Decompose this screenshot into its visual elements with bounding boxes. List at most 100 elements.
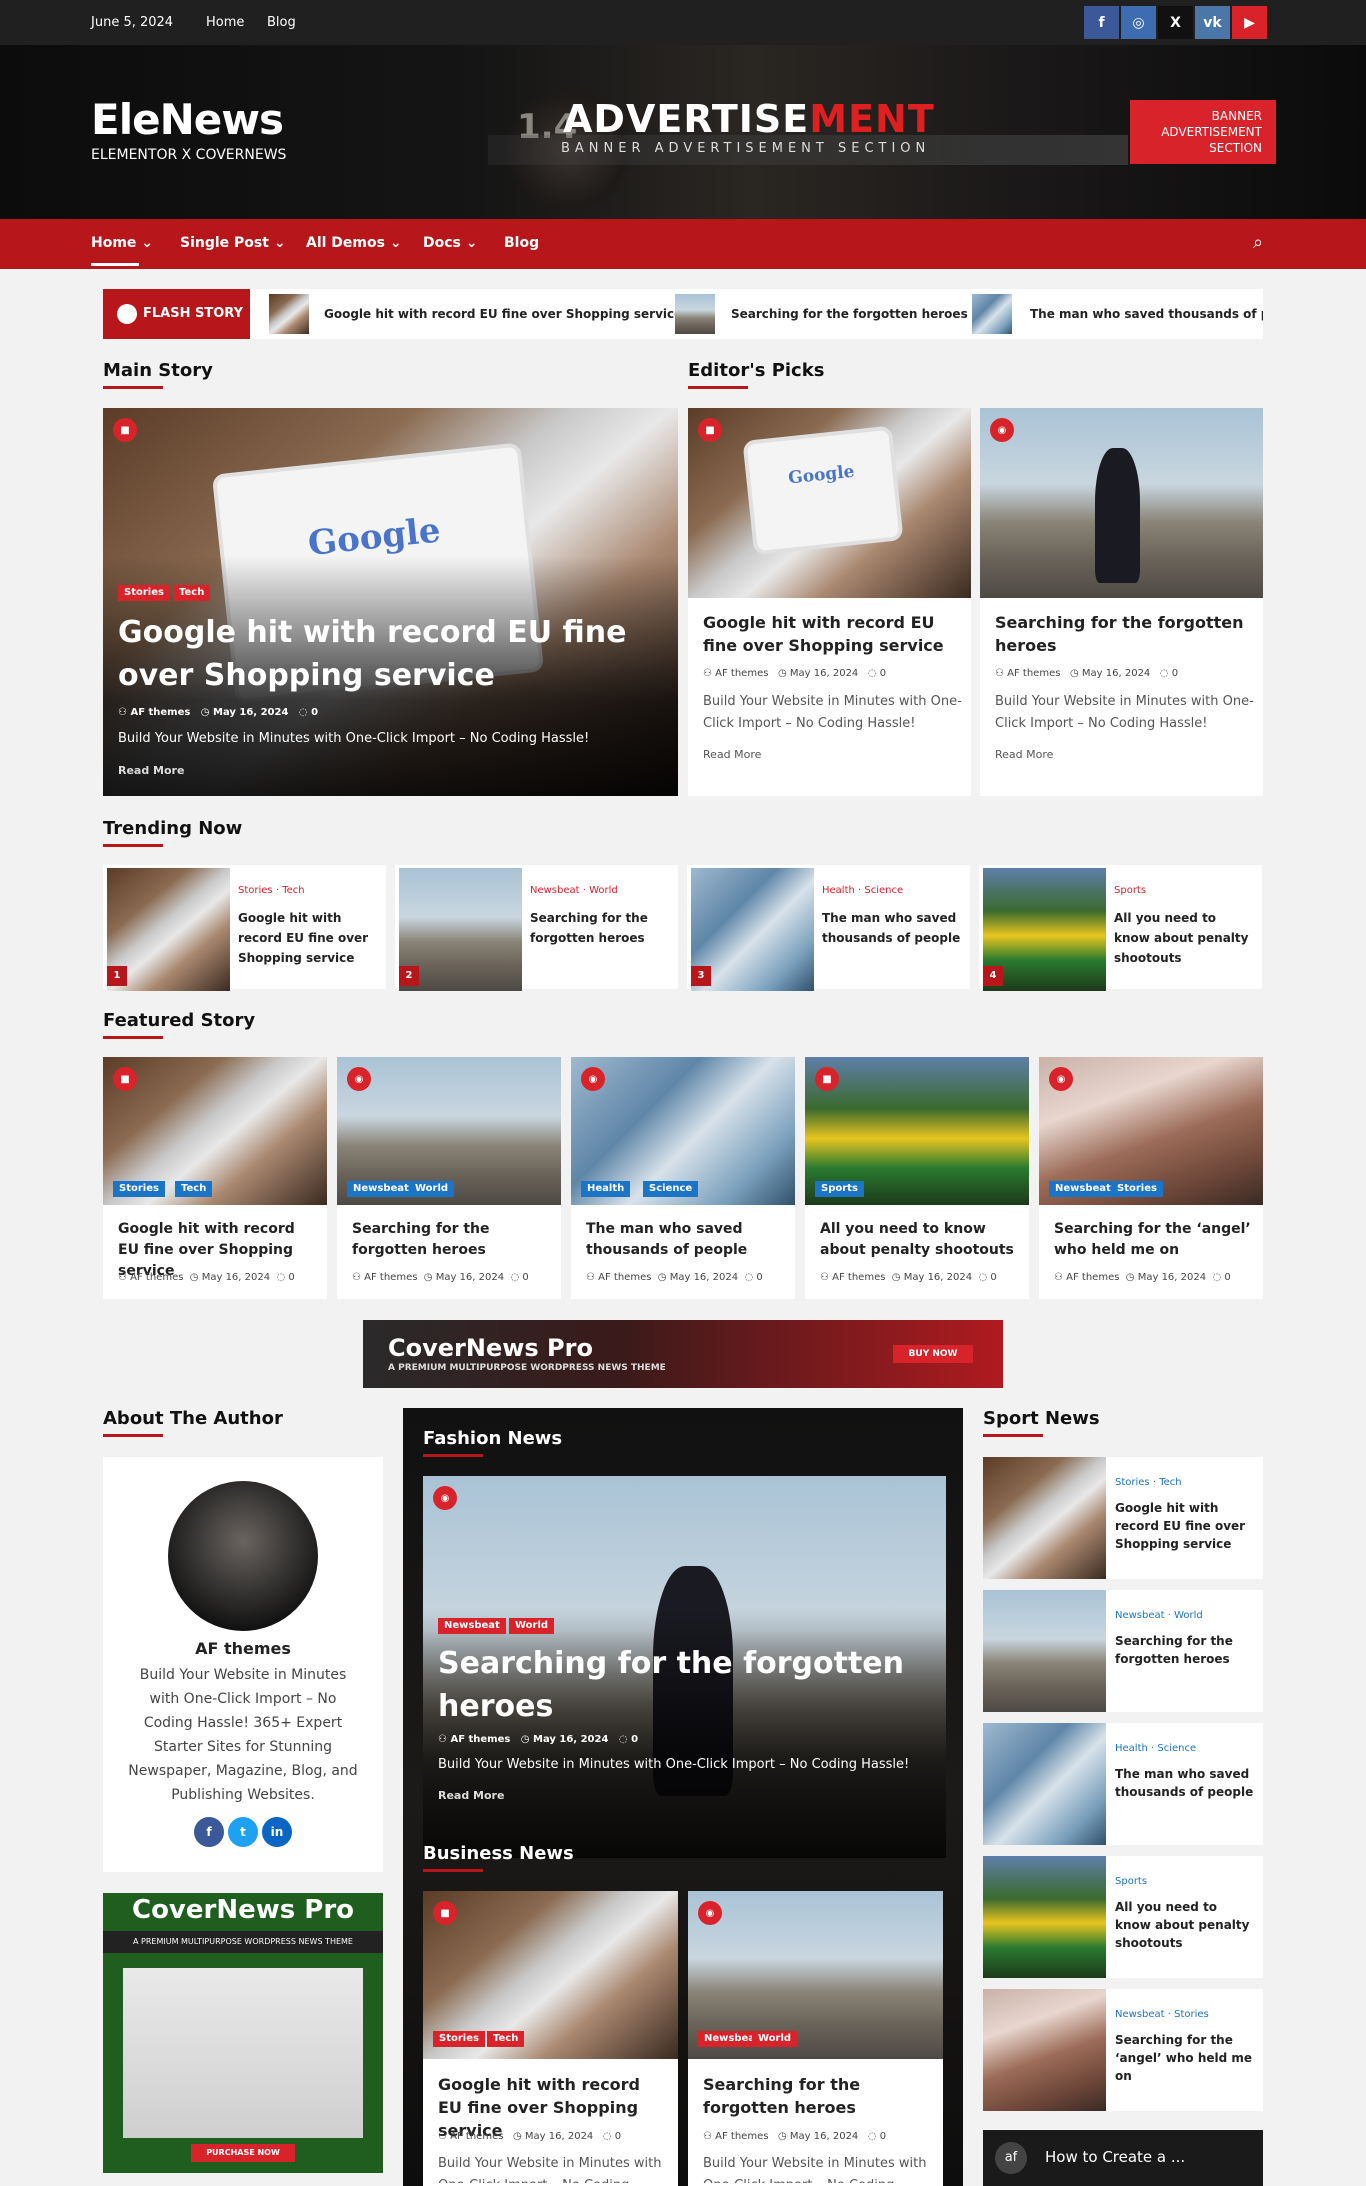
- category-link[interactable]: Stories: [1115, 1477, 1150, 1488]
- nav-docs[interactable]: Docs ⌄: [423, 235, 477, 251]
- twitter-icon[interactable]: t: [228, 1817, 258, 1847]
- card-image[interactable]: ◉: [980, 408, 1263, 598]
- main-story-title[interactable]: Google hit with record EU fine over Shop…: [118, 611, 668, 697]
- vk-icon[interactable]: vk: [1195, 6, 1230, 39]
- ticker-thumb-3[interactable]: [972, 294, 1012, 334]
- tag-tech[interactable]: Tech: [173, 585, 211, 601]
- sport-thumb[interactable]: [983, 1723, 1106, 1845]
- sport-title[interactable]: The man who saved thousands of people: [1115, 1765, 1255, 1801]
- comment-count[interactable]: 0: [880, 668, 886, 679]
- main-story-card[interactable]: Google ■ Stories Tech Google hit with re…: [103, 408, 678, 796]
- read-more-link[interactable]: Read More: [703, 748, 761, 761]
- category-link[interactable]: Tech: [282, 885, 304, 896]
- category-tag[interactable]: Sports: [815, 1181, 864, 1197]
- ticker-item-2[interactable]: Searching for the forgotten heroes: [731, 307, 968, 321]
- card-image[interactable]: ■ Sports: [805, 1057, 1029, 1205]
- comment-count[interactable]: 0: [1172, 668, 1178, 679]
- featured-story-card[interactable]: ◉ Newsbeat World Searching for the forgot…: [337, 1057, 561, 1299]
- card-title[interactable]: Searching for the forgotten heroes: [703, 2073, 933, 2119]
- trending-item[interactable]: 2 Newsbeat · World Searching for the for…: [395, 865, 678, 991]
- x-icon[interactable]: X: [1158, 6, 1193, 39]
- trending-title[interactable]: All you need to know about penalty shoot…: [1114, 908, 1254, 968]
- category-tag[interactable]: Stories: [113, 1181, 165, 1197]
- card-title[interactable]: The man who saved thousands of people: [586, 1219, 786, 1261]
- tag-world[interactable]: World: [509, 1618, 555, 1634]
- promo-buy-button[interactable]: BUY NOW: [893, 1345, 973, 1363]
- card-image[interactable]: ◉ Newsbeat Stories: [1039, 1057, 1263, 1205]
- sport-title[interactable]: Google hit with record EU fine over Shop…: [1115, 1499, 1255, 1553]
- comment-count[interactable]: 0: [1224, 1272, 1230, 1283]
- category-link[interactable]: Tech: [1159, 1477, 1181, 1488]
- author-name[interactable]: AF themes: [103, 1639, 383, 1658]
- ticker-item-1[interactable]: Google hit with record EU fine over Shop…: [324, 307, 682, 321]
- category-link[interactable]: Science: [864, 885, 903, 896]
- author[interactable]: AF themes: [715, 2131, 768, 2142]
- covernews-side-promo[interactable]: CoverNews Pro A PREMIUM MULTIPURPOSE WOR…: [103, 1893, 383, 2173]
- card-title[interactable]: All you need to know about penalty shoot…: [820, 1219, 1020, 1261]
- comment-count[interactable]: 0: [631, 1734, 638, 1745]
- fashion-story-card[interactable]: ◉ Newsbeat World Searching for the forgo…: [423, 1476, 946, 1858]
- nav-all-demos[interactable]: All Demos ⌄: [306, 235, 402, 251]
- read-more-link[interactable]: Read More: [438, 1789, 504, 1802]
- purchase-now-button[interactable]: PURCHASE NOW: [191, 2144, 295, 2162]
- author[interactable]: AF themes: [130, 707, 190, 718]
- tag-stories[interactable]: Stories: [118, 585, 170, 601]
- category-link[interactable]: Health: [1115, 1743, 1148, 1754]
- category-tag[interactable]: World: [409, 1181, 455, 1197]
- comment-count[interactable]: 0: [880, 2131, 886, 2142]
- card-image[interactable]: ◉ Newsbeat World: [337, 1057, 561, 1205]
- ad-banner-title[interactable]: ADVERTISEMENT: [563, 97, 935, 141]
- fashion-story-title[interactable]: Searching for the forgotten heroes: [438, 1642, 918, 1728]
- category-link[interactable]: World: [1174, 1610, 1203, 1621]
- author[interactable]: AF themes: [715, 668, 768, 679]
- category-tag[interactable]: Tech: [487, 2031, 525, 2047]
- covernews-promo-banner[interactable]: CoverNews Pro A PREMIUM MULTIPURPOSE WOR…: [363, 1320, 1003, 1388]
- category-tag[interactable]: Science: [643, 1181, 699, 1197]
- site-logo[interactable]: EleNews: [91, 95, 284, 144]
- ticker-thumb-2[interactable]: [675, 294, 715, 334]
- sport-thumb[interactable]: [983, 1856, 1106, 1978]
- category-tag[interactable]: Health: [581, 1181, 631, 1197]
- trending-item[interactable]: 1 Stories · Tech Google hit with record …: [103, 865, 386, 991]
- video-embed[interactable]: af How to Create a ...: [983, 2130, 1263, 2186]
- featured-story-card[interactable]: ◉ Newsbeat Stories Searching for the ‘ang…: [1039, 1057, 1263, 1299]
- comment-count[interactable]: 0: [990, 1272, 996, 1283]
- category-link[interactable]: Newsbeat: [530, 885, 580, 896]
- instagram-icon[interactable]: ◎: [1121, 6, 1156, 39]
- category-tag[interactable]: World: [752, 2031, 798, 2047]
- category-link[interactable]: World: [589, 885, 618, 896]
- read-more-link[interactable]: Read More: [995, 748, 1053, 761]
- read-more-link[interactable]: Read More: [118, 764, 184, 777]
- category-tag[interactable]: Stories: [433, 2031, 485, 2047]
- card-title[interactable]: Searching for the ‘angel’ who held me on: [1054, 1219, 1254, 1261]
- card-title[interactable]: Searching for the forgotten heroes: [995, 611, 1250, 657]
- top-link-home[interactable]: Home: [206, 15, 244, 30]
- card-image[interactable]: Google ■: [688, 408, 971, 598]
- trending-title[interactable]: Google hit with record EU fine over Shop…: [238, 908, 378, 968]
- card-image[interactable]: ■ Stories Tech: [103, 1057, 327, 1205]
- trending-title[interactable]: The man who saved thousands of people: [822, 908, 962, 948]
- sport-thumb[interactable]: [983, 1590, 1106, 1712]
- category-link[interactable]: Stories: [1174, 2009, 1209, 2020]
- card-image[interactable]: ◉ Newsbeat World: [688, 1891, 943, 2059]
- category-link[interactable]: Sports: [1114, 885, 1146, 896]
- nav-single-post[interactable]: Single Post ⌄: [180, 235, 286, 251]
- author[interactable]: AF themes: [1066, 1272, 1119, 1283]
- trending-item[interactable]: 3 Health · Science The man who saved tho…: [687, 865, 970, 991]
- linkedin-icon[interactable]: in: [262, 1817, 292, 1847]
- featured-story-card[interactable]: ■ Sports All you need to know about pena…: [805, 1057, 1029, 1299]
- comment-count[interactable]: 0: [288, 1272, 294, 1283]
- sport-title[interactable]: Searching for the ‘angel’ who held me on: [1115, 2031, 1255, 2085]
- sport-news-item[interactable]: Sports All you need to know about penalt…: [983, 1856, 1263, 1978]
- category-link[interactable]: Stories: [238, 885, 273, 896]
- category-tag[interactable]: Newsbeat: [1049, 1181, 1117, 1197]
- sport-title[interactable]: All you need to know about penalty shoot…: [1115, 1898, 1255, 1952]
- comment-count[interactable]: 0: [615, 2131, 621, 2142]
- comment-count[interactable]: 0: [756, 1272, 762, 1283]
- card-image[interactable]: ■ Stories Tech: [423, 1891, 678, 2059]
- category-link[interactable]: Health: [822, 885, 855, 896]
- author[interactable]: AF themes: [450, 1734, 510, 1745]
- comment-count[interactable]: 0: [311, 707, 318, 718]
- featured-story-card[interactable]: ■ Stories Tech Google hit with record EU …: [103, 1057, 327, 1299]
- author[interactable]: AF themes: [1007, 668, 1060, 679]
